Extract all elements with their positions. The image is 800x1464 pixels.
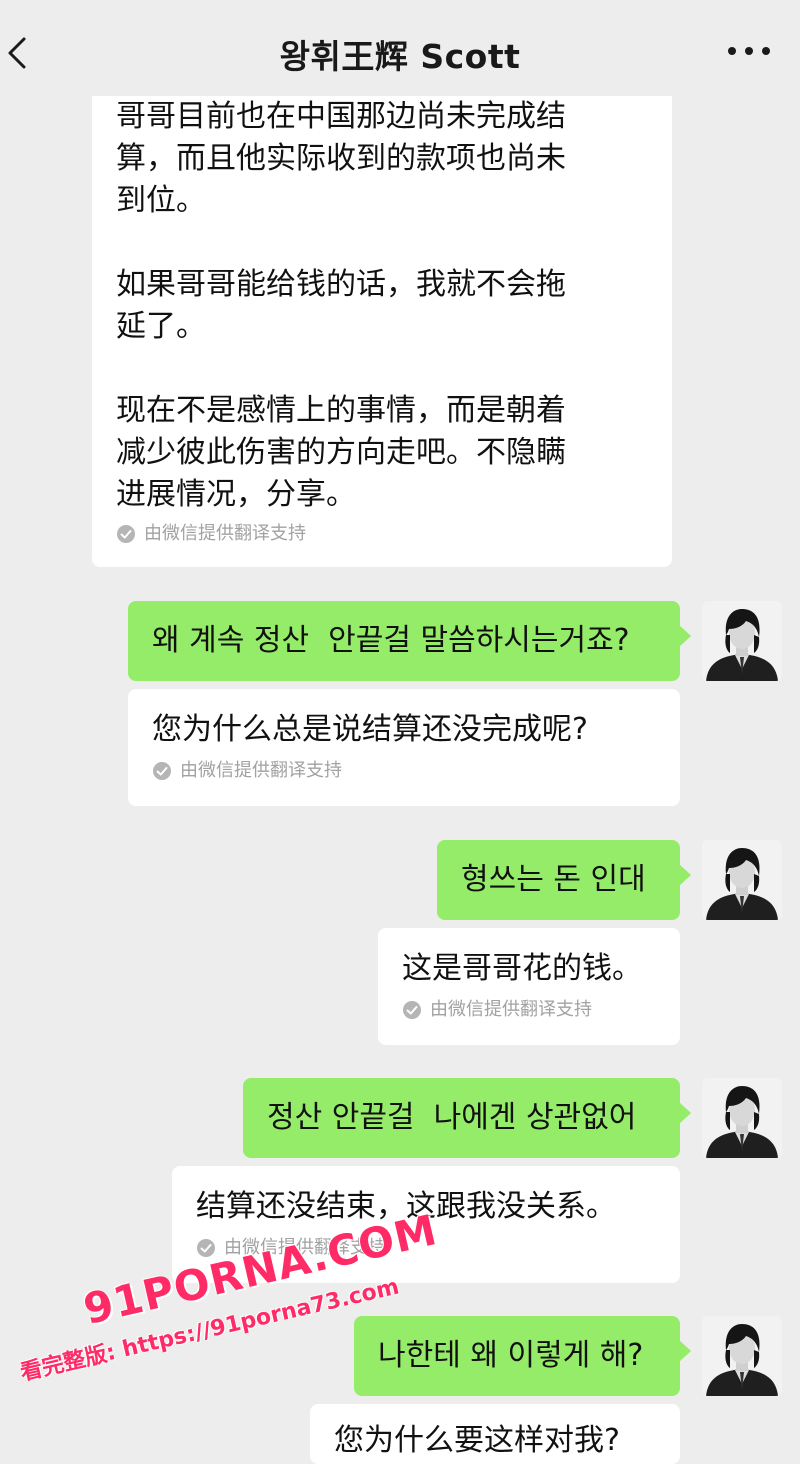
bubble-tail (679, 1102, 691, 1124)
translation-text: 结算还没结束，这跟我没关系。 (196, 1189, 616, 1224)
avatar-image (702, 840, 782, 920)
bubble-tail (679, 625, 691, 647)
more-dots-icon[interactable] (726, 40, 772, 62)
avatar[interactable] (702, 601, 782, 681)
sent-message-bubble[interactable]: 형쓰는 돈 인대 (437, 840, 691, 920)
avatar[interactable] (702, 1078, 782, 1158)
chat-header: 왕휘王辉 Scott (0, 0, 800, 96)
check-circle-icon (117, 525, 135, 543)
translation-text: 您为什么总是说结算还没完成呢? (152, 712, 588, 747)
translation-note-label: 由微信提供翻译支持 (144, 523, 306, 544)
check-circle-icon (153, 762, 171, 780)
translation-bubble[interactable]: 这是哥哥花的钱。 由微信提供翻译支持 (378, 928, 680, 1045)
sent-message-bubble[interactable]: 왜 계속 정산 안끝걸 말씀하시는거죠? (128, 601, 691, 681)
message-text: 형쓰는 돈 인대 (461, 862, 646, 897)
bubble-tail (679, 1340, 691, 1362)
message-text: 나한테 왜 이렇게 해? (378, 1338, 644, 1373)
translation-bubble[interactable]: 您为什么要这样对我? (310, 1404, 680, 1464)
check-circle-icon (197, 1239, 215, 1257)
translation-note: 由微信提供翻译支持 (402, 998, 656, 1022)
translation-bubble[interactable]: 结算还没结束，这跟我没关系。 由微信提供翻译支持 (172, 1166, 680, 1283)
check-circle-icon (403, 1001, 421, 1019)
translation-text: 这是哥哥花的钱。 (402, 951, 642, 986)
translation-note-label: 由微信提供翻译支持 (430, 999, 592, 1020)
message-text: 哥哥目前也在中国那边尚未完成结 算，而且他实际收到的款项也尚未 到位。 如果哥哥… (116, 99, 566, 512)
translation-note-label: 由微信提供翻译支持 (224, 1237, 386, 1258)
message-text: 정산 안끝걸 나에겐 상관없어 (267, 1100, 637, 1135)
bubble-tail (679, 864, 691, 886)
translation-bubble[interactable]: 您为什么总是说结算还没完成呢? 由微信提供翻译支持 (128, 689, 680, 806)
avatar-image (702, 601, 782, 681)
translation-note: 由微信提供翻译支持 (196, 1236, 656, 1260)
avatar-image (702, 1078, 782, 1158)
avatar[interactable] (702, 840, 782, 920)
avatar-image (702, 1316, 782, 1396)
chat-title: 왕휘王辉 Scott (279, 37, 521, 76)
translation-note: 由微信提供翻译支持 (116, 522, 648, 546)
sent-message-bubble[interactable]: 나한테 왜 이렇게 해? (354, 1316, 691, 1396)
translation-note-label: 由微信提供翻译支持 (180, 760, 342, 781)
received-message-bubble[interactable]: 哥哥目前也在中国那边尚未完成结 算，而且他实际收到的款项也尚未 到位。 如果哥哥… (92, 70, 672, 567)
sent-message-bubble[interactable]: 정산 안끝걸 나에겐 상관없어 (243, 1078, 691, 1158)
message-text: 왜 계속 정산 안끝걸 말씀하시는거죠? (152, 623, 630, 658)
translation-text: 您为什么要这样对我? (334, 1423, 620, 1458)
avatar[interactable] (702, 1316, 782, 1396)
watermark-url: 看完整版: https://91porna73.com (18, 1274, 402, 1387)
translation-note: 由微信提供翻译支持 (152, 759, 656, 783)
